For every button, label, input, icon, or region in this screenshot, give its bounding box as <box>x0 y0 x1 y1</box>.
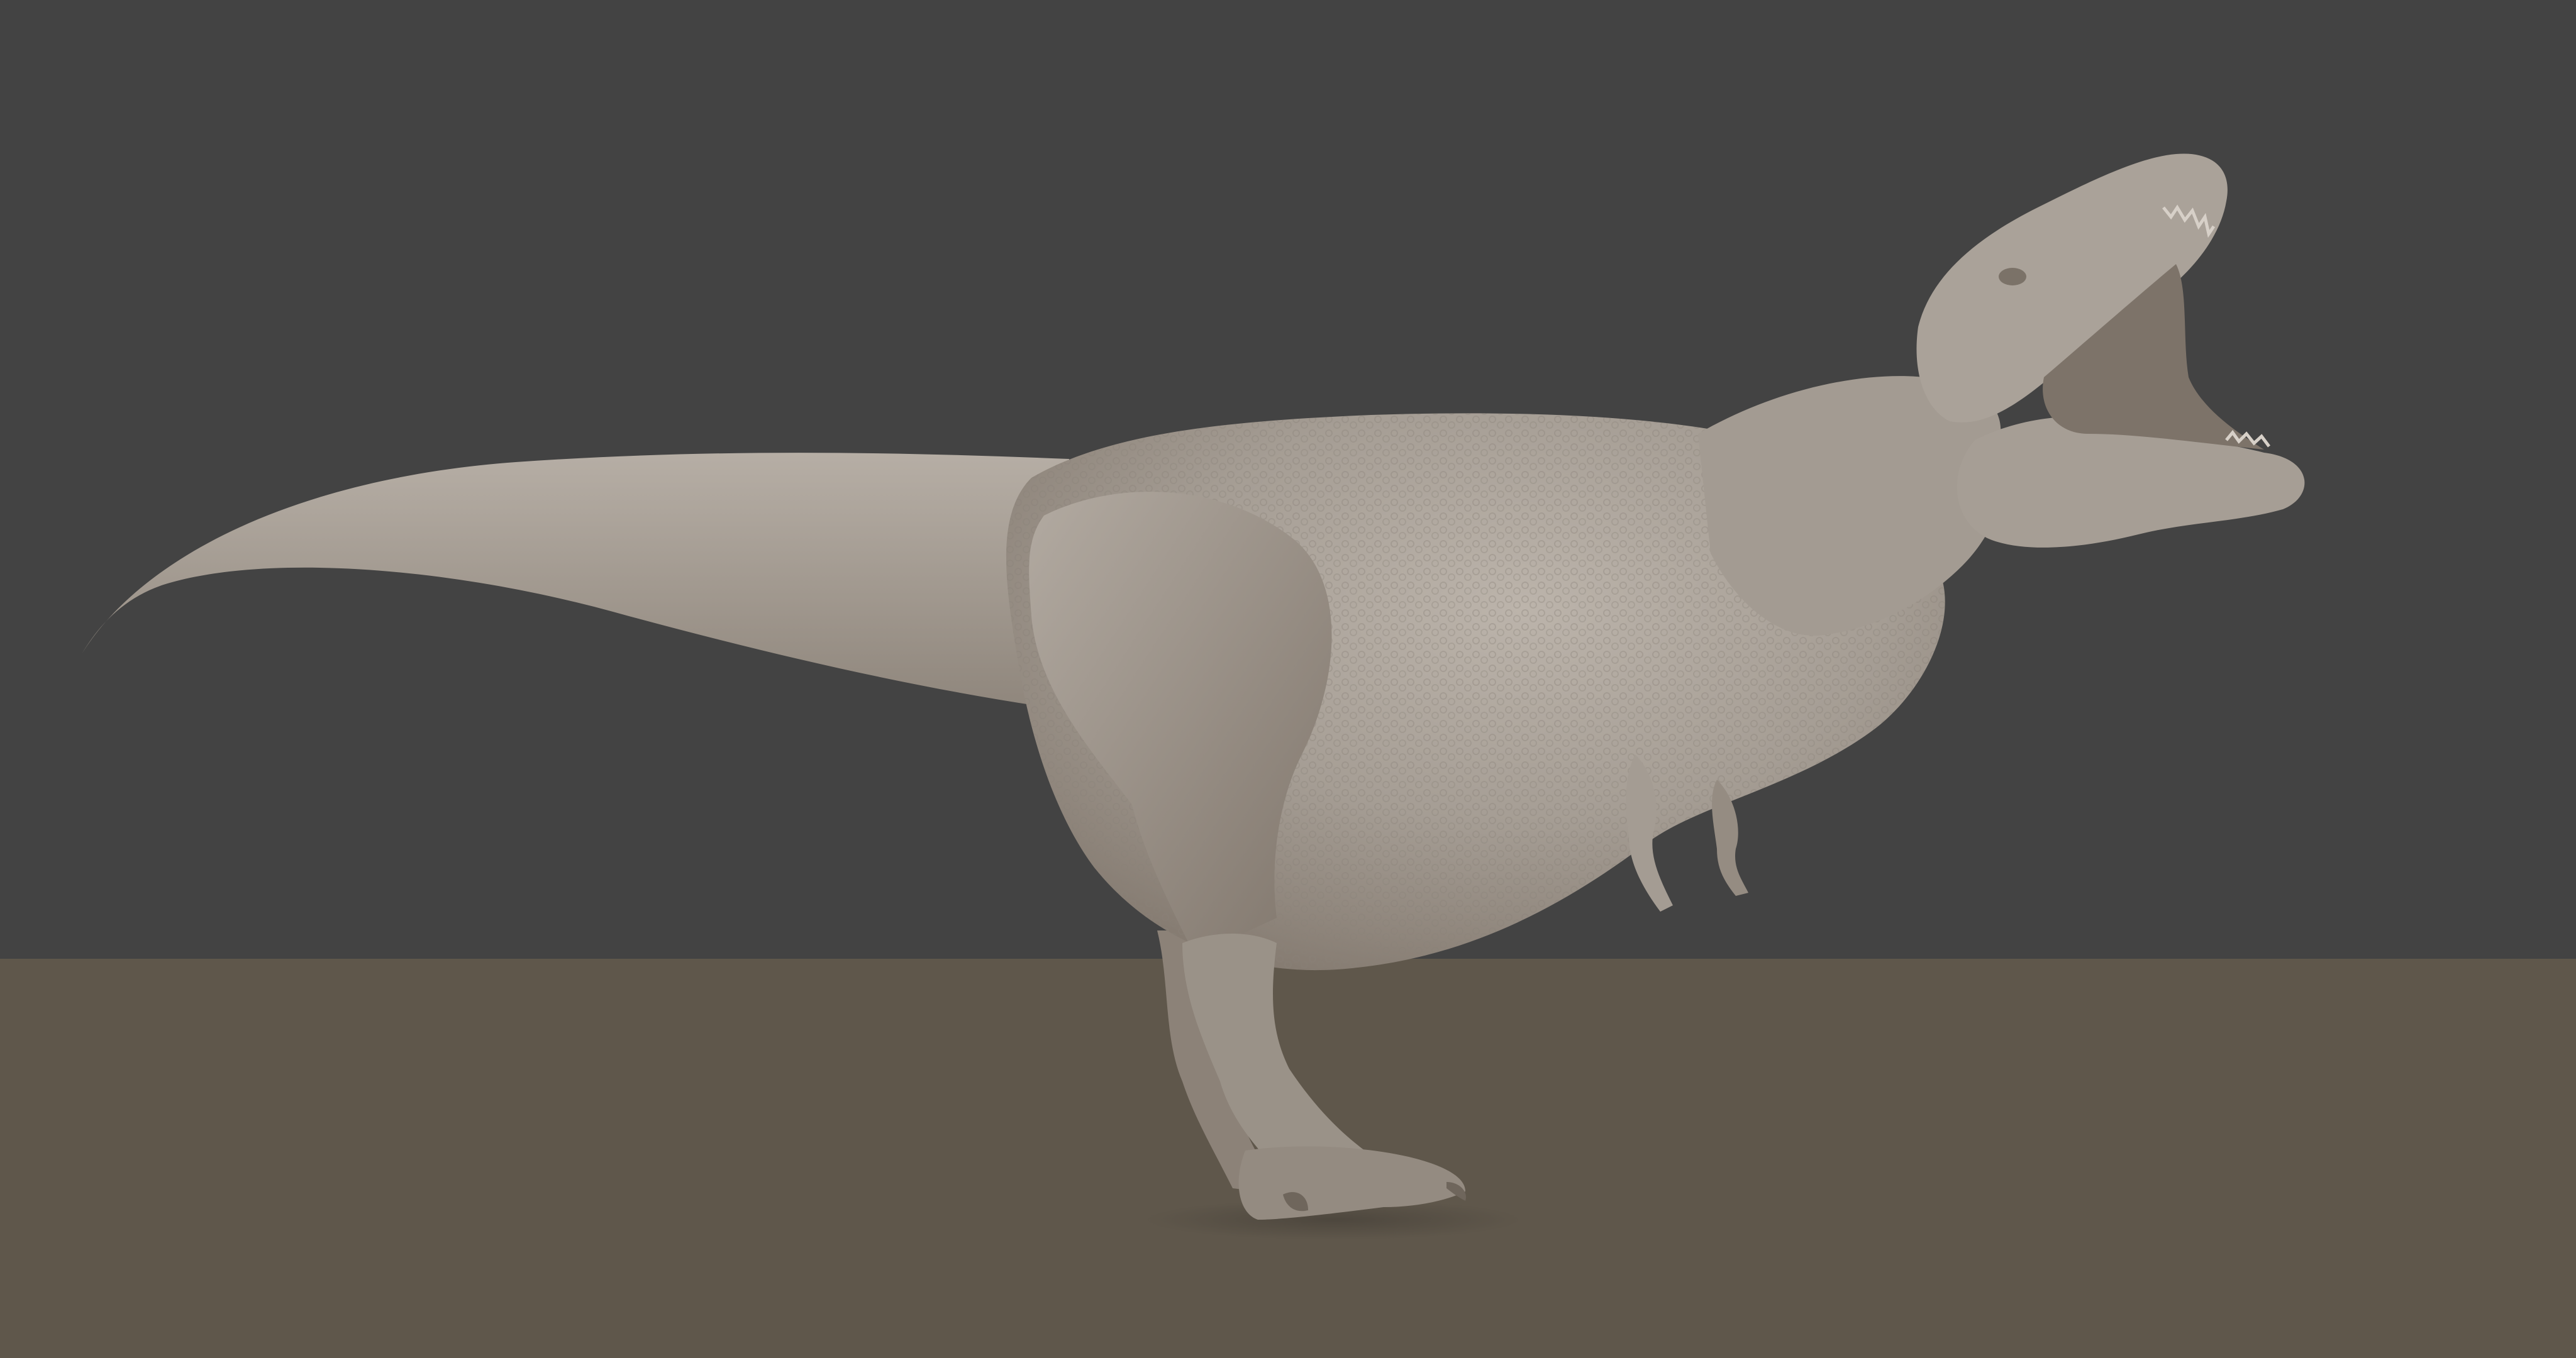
head-lower-jaw <box>1957 416 2305 548</box>
trex-sculpt-model[interactable] <box>0 0 2576 1358</box>
tail <box>82 453 1119 717</box>
eye-icon <box>1999 268 2026 285</box>
viewport-3d[interactable] <box>0 0 2576 1358</box>
